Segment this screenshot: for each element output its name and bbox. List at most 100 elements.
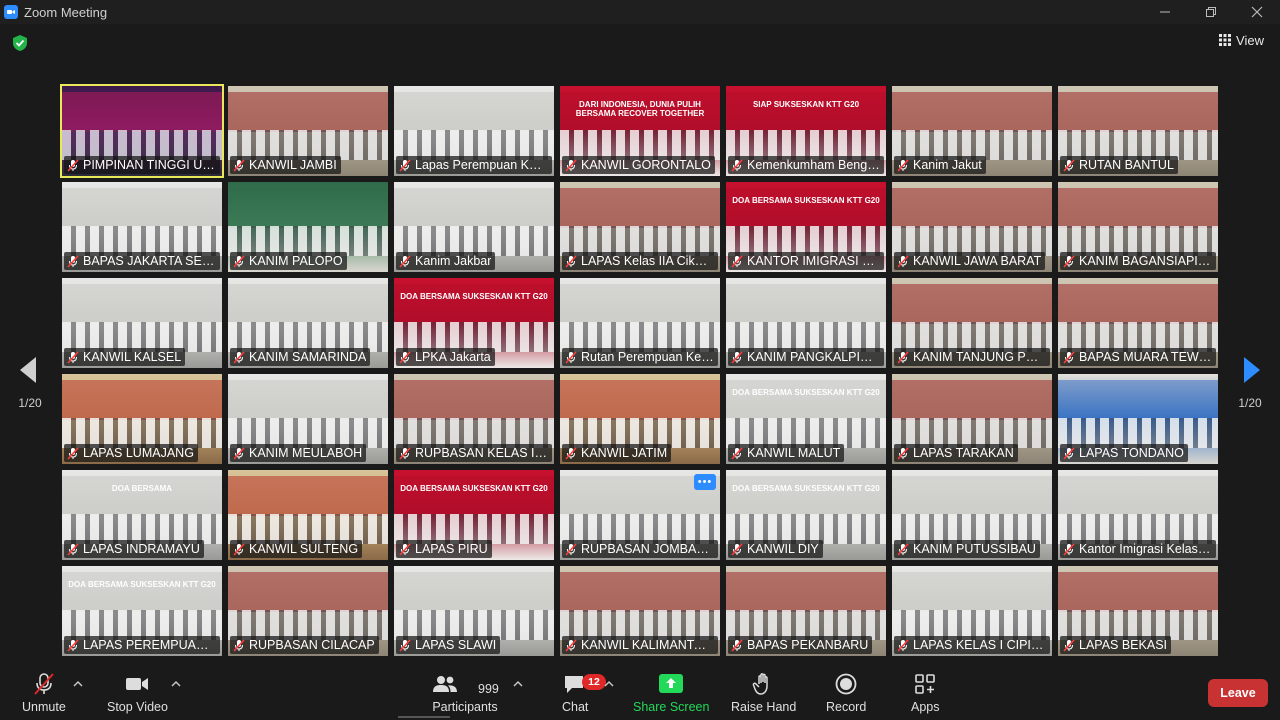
participant-tile[interactable]: ••• RUPBASAN JOMBANG (560, 470, 720, 560)
participant-tile[interactable]: LAPAS LUMAJANG (62, 374, 222, 464)
participant-tile[interactable]: Kantor Imigrasi Kelas I... (1058, 470, 1218, 560)
mic-muted-icon (399, 254, 411, 268)
participant-nameplate: Lapas Perempuan Kela... (396, 156, 552, 174)
participant-tile[interactable]: DARI INDONESIA, DUNIA PULIH BERSAMA RECO… (560, 86, 720, 176)
participant-tile[interactable]: KANWIL KALIMANTAN... (560, 566, 720, 656)
mic-muted-icon (233, 350, 245, 364)
meeting-toolbar: Unmute Stop Video 999 Participants 12 Ch… (0, 666, 1280, 720)
view-button[interactable]: View (1219, 30, 1264, 50)
participant-tile[interactable]: RUPBASAN KELAS I JA... (394, 374, 554, 464)
tile-more-options-button[interactable]: ••• (694, 474, 716, 490)
backdrop-banner (62, 92, 222, 132)
next-page-arrow-icon[interactable] (1242, 355, 1262, 385)
share-screen-button[interactable]: Share Screen (633, 672, 709, 716)
participant-nameplate: BAPAS PEKANBARU (728, 636, 873, 654)
participant-tile[interactable]: DOA BERSAMA LAPAS INDRAMAYU (62, 470, 222, 560)
participant-tile[interactable]: SIAP SUKSESKAN KTT G20 Kemenkumham Bengk.… (726, 86, 886, 176)
mic-muted-icon (731, 638, 743, 652)
participant-tile[interactable]: BAPAS PEKANBARU (726, 566, 886, 656)
participant-tile[interactable]: KANWIL JAWA BARAT (892, 182, 1052, 272)
participant-tile[interactable]: Kanim Jakbar (394, 182, 554, 272)
close-button[interactable] (1234, 0, 1280, 24)
participant-tile[interactable]: DOA BERSAMA SUKSESKAN KTT G20 LAPAS PEREM… (62, 566, 222, 656)
participants-icon (433, 676, 457, 692)
leave-button[interactable]: Leave (1208, 679, 1268, 707)
participant-tile[interactable]: KANWIL KALSEL (62, 278, 222, 368)
participant-tile[interactable]: KANIM PUTUSSIBAU (892, 470, 1052, 560)
participant-tile[interactable]: Lapas Perempuan Kela... (394, 86, 554, 176)
backdrop-banner-text: SIAP SUKSESKAN KTT G20 (752, 100, 860, 109)
participant-name: KANIM BAGANSIAPIAPI (1079, 254, 1212, 268)
chat-button[interactable]: 12 Chat (562, 672, 606, 716)
participant-tile[interactable]: DOA BERSAMA SUKSESKAN KTT G20 LAPAS PIRU (394, 470, 554, 560)
chat-label: Chat (562, 700, 589, 714)
window-controls (1142, 0, 1280, 24)
participant-name: Kanim Jakbar (415, 254, 492, 268)
unmute-button[interactable]: Unmute (22, 672, 66, 716)
participant-tile[interactable]: DOA BERSAMA SUKSESKAN KTT G20 KANTOR IMIG… (726, 182, 886, 272)
minimize-button[interactable] (1142, 0, 1188, 24)
participant-tile[interactable]: LAPAS TONDANO (1058, 374, 1218, 464)
record-button[interactable]: Record (826, 672, 866, 716)
participant-tile[interactable]: RUPBASAN CILACAP (228, 566, 388, 656)
participant-tile[interactable]: LAPAS BEKASI (1058, 566, 1218, 656)
participant-tile[interactable]: Rutan Perempuan Kela... (560, 278, 720, 368)
participant-tile[interactable]: LAPAS TARAKAN (892, 374, 1052, 464)
participant-tile[interactable]: BAPAS JAKARTA SELAT... (62, 182, 222, 272)
participant-name: RUTAN BANTUL (1079, 158, 1174, 172)
participant-tile[interactable]: BAPAS MUARA TEWEH (1058, 278, 1218, 368)
backdrop-banner (394, 476, 554, 516)
participant-tile[interactable]: KANIM BAGANSIAPIAPI (1058, 182, 1218, 272)
mic-muted-icon (897, 542, 909, 556)
mic-muted-icon (731, 542, 743, 556)
participant-name: RUPBASAN JOMBANG (581, 542, 714, 556)
participant-nameplate: RUTAN BANTUL (1060, 156, 1178, 174)
participant-tile[interactable]: KANIM MEULABOH (228, 374, 388, 464)
backdrop-banner (560, 284, 720, 324)
participant-tile[interactable]: KANWIL SULTENG (228, 470, 388, 560)
participant-tile[interactable]: RUTAN BANTUL (1058, 86, 1218, 176)
participant-tile[interactable]: KANWIL JAMBI (228, 86, 388, 176)
backdrop-banner (228, 380, 388, 420)
chat-options-caret-icon[interactable] (604, 680, 614, 688)
participant-name: LAPAS INDRAMAYU (83, 542, 200, 556)
participant-nameplate: KANWIL SULTENG (230, 540, 363, 558)
backdrop-banner (892, 476, 1052, 516)
backdrop-banner (228, 572, 388, 612)
participant-tile[interactable]: DOA BERSAMA SUKSESKAN KTT G20 LPKA Jakart… (394, 278, 554, 368)
backdrop-banner (726, 92, 886, 132)
participant-tile[interactable]: KANIM PANGKALPINA... (726, 278, 886, 368)
participant-tile[interactable]: DOA BERSAMA SUKSESKAN KTT G20 KANWIL DIY (726, 470, 886, 560)
participant-name: BAPAS MUARA TEWEH (1079, 350, 1212, 364)
participant-name: KANIM PUTUSSIBAU (913, 542, 1036, 556)
backdrop-banner (726, 476, 886, 516)
apps-button[interactable]: Apps (911, 672, 940, 716)
video-options-caret-icon[interactable] (171, 680, 181, 688)
stop-video-button[interactable]: Stop Video (107, 672, 168, 716)
raise-hand-button[interactable]: Raise Hand (731, 672, 796, 716)
participant-name: LPKA Jakarta (415, 350, 491, 364)
participants-button[interactable]: 999 Participants (432, 672, 499, 716)
participant-tile[interactable]: KANIM PALOPO (228, 182, 388, 272)
audio-options-caret-icon[interactable] (73, 680, 83, 688)
record-icon (835, 673, 857, 695)
backdrop-banner (394, 380, 554, 420)
participant-tile[interactable]: KANIM TANJUNG PRIOK (892, 278, 1052, 368)
participant-name: KANWIL KALIMANTAN... (581, 638, 714, 652)
participant-tile[interactable]: DOA BERSAMA SUKSESKAN KTT G20 KANWIL MALU… (726, 374, 886, 464)
restore-button[interactable] (1188, 0, 1234, 24)
shield-check-icon[interactable] (11, 34, 29, 52)
participant-nameplate: KANIM MEULABOH (230, 444, 367, 462)
participant-tile[interactable]: LAPAS KELAS I CIPINA... (892, 566, 1052, 656)
participant-tile[interactable]: LAPAS SLAWI (394, 566, 554, 656)
participant-tile[interactable]: KANWIL JATIM (560, 374, 720, 464)
participant-name: RUPBASAN CILACAP (249, 638, 375, 652)
participants-options-caret-icon[interactable] (513, 680, 523, 688)
participant-tile[interactable]: PIMPINAN TINGGI UNI... (60, 84, 224, 178)
participant-tile[interactable]: LAPAS Kelas IIA Cikara... (560, 182, 720, 272)
participant-tile[interactable]: KANIM SAMARINDA (228, 278, 388, 368)
mic-muted-icon (897, 638, 909, 652)
backdrop-banner-text: DOA BERSAMA SUKSESKAN KTT G20 (68, 580, 216, 589)
previous-page-arrow-icon[interactable] (18, 355, 38, 385)
participant-tile[interactable]: Kanim Jakut (892, 86, 1052, 176)
